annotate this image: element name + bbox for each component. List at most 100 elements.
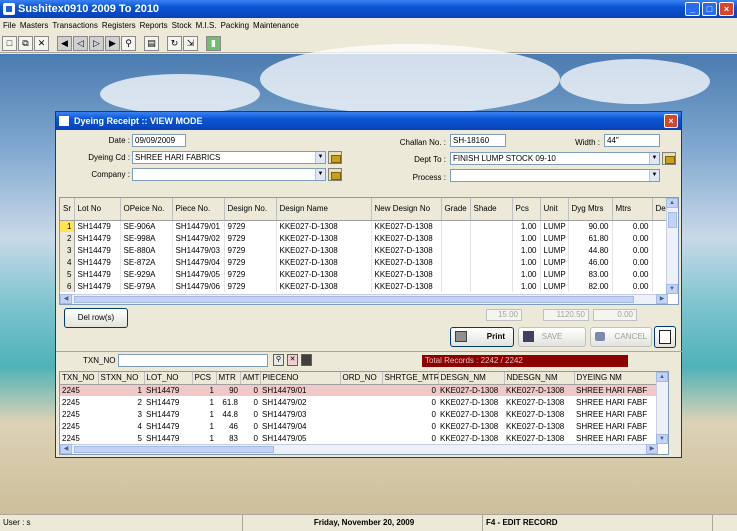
- column-header[interactable]: Mtrs: [612, 198, 653, 221]
- table-cell[interactable]: [340, 384, 382, 396]
- chevron-down-icon[interactable]: ▼: [649, 153, 659, 164]
- table-cell[interactable]: SHREE HARI FABF: [574, 408, 668, 420]
- prev-record-icon[interactable]: ◁: [73, 35, 88, 51]
- table-cell[interactable]: [340, 396, 382, 408]
- table-cell[interactable]: 2245: [60, 396, 98, 408]
- table-cell[interactable]: [470, 280, 513, 292]
- table-cell[interactable]: SH14479: [74, 268, 121, 280]
- export-icon[interactable]: ⇲: [183, 35, 198, 51]
- table-cell[interactable]: 0: [240, 396, 260, 408]
- column-header[interactable]: ORD_NO: [340, 372, 383, 385]
- menu-item[interactable]: Registers: [102, 18, 140, 33]
- table-cell[interactable]: 90.00: [568, 220, 613, 232]
- table-cell[interactable]: KKE027-D-1308: [371, 244, 442, 256]
- scroll-down-icon[interactable]: ▼: [656, 434, 668, 444]
- scroll-left-icon[interactable]: ◀: [60, 294, 72, 304]
- table-row[interactable]: 2245 4 SH14479 1 46 0 SH14479/04 0 KKE027-D-1308…: [60, 420, 668, 432]
- cancel-button[interactable]: CANCEL: [590, 327, 652, 347]
- table-cell[interactable]: 2245: [60, 420, 98, 432]
- column-header[interactable]: Shade: [470, 198, 513, 221]
- table-cell[interactable]: SH14479/04: [172, 256, 225, 268]
- table-cell[interactable]: 2: [60, 232, 75, 244]
- table-cell[interactable]: 61.8: [216, 396, 240, 408]
- table-cell[interactable]: KKE027-D-1308: [504, 396, 574, 408]
- table-row[interactable]: 2245 5 SH14479 1 83 0 SH14479/05 0 KKE027-D-1308…: [60, 432, 668, 444]
- table-cell[interactable]: SH14479: [74, 244, 121, 256]
- table-cell[interactable]: SH14479/05: [260, 432, 340, 444]
- column-header[interactable]: STXN_NO: [98, 372, 145, 385]
- table-row[interactable]: 6 SH14479 SE-979A SH14479/06 9729 KKE027-D-13…: [60, 280, 678, 292]
- refresh-icon[interactable]: ↻: [167, 35, 182, 51]
- table-cell[interactable]: 0: [382, 432, 438, 444]
- clear-filter-icon[interactable]: ✕: [287, 354, 298, 366]
- column-header[interactable]: Design No.: [224, 198, 277, 221]
- dialog-close-button[interactable]: ×: [664, 114, 678, 128]
- table-cell[interactable]: SH14479: [74, 232, 121, 244]
- menu-item[interactable]: File: [3, 18, 20, 33]
- table-cell[interactable]: 44.80: [568, 244, 613, 256]
- table-cell[interactable]: 2: [98, 396, 144, 408]
- table-cell[interactable]: SE-880A: [120, 244, 173, 256]
- chevron-down-icon[interactable]: ▼: [315, 152, 325, 163]
- table-cell[interactable]: 0: [240, 408, 260, 420]
- table-cell[interactable]: SHREE HARI FABF: [574, 384, 668, 396]
- table-cell[interactable]: 1.00: [512, 268, 541, 280]
- table-cell[interactable]: 90: [216, 384, 240, 396]
- chevron-down-icon[interactable]: ▼: [315, 169, 325, 180]
- table-cell[interactable]: [470, 244, 513, 256]
- table-cell[interactable]: SE-929A: [120, 268, 173, 280]
- table-cell[interactable]: SH14479: [144, 396, 192, 408]
- save-button[interactable]: SAVE: [518, 327, 586, 347]
- table-cell[interactable]: LUMP: [540, 232, 569, 244]
- table-cell[interactable]: 0: [240, 432, 260, 444]
- table-cell[interactable]: 5: [98, 432, 144, 444]
- table-cell[interactable]: SE-979A: [120, 280, 173, 292]
- table-cell[interactable]: KKE027-D-1308: [276, 232, 372, 244]
- folder-icon[interactable]: [328, 168, 342, 181]
- table-cell[interactable]: 9729: [224, 280, 277, 292]
- table-cell[interactable]: SH14479/03: [172, 244, 225, 256]
- folder-icon[interactable]: [662, 152, 676, 165]
- print-icon[interactable]: ▤: [144, 35, 159, 51]
- table-cell[interactable]: SH14479: [144, 432, 192, 444]
- table-cell[interactable]: 2245: [60, 384, 98, 396]
- table-cell[interactable]: SH14479/06: [172, 280, 225, 292]
- column-header[interactable]: AMT: [240, 372, 261, 385]
- table-cell[interactable]: 44.8: [216, 408, 240, 420]
- table-row[interactable]: 2245 1 SH14479 1 90 0 SH14479/01 0 KKE027-D-1308…: [60, 384, 668, 396]
- menu-item[interactable]: Maintenance: [253, 18, 303, 33]
- table-cell[interactable]: KKE027-D-1308: [438, 432, 504, 444]
- table-row[interactable]: 3 SH14479 SE-880A SH14479/03 9729 KKE027-D-13…: [60, 244, 678, 256]
- receipt-items-grid[interactable]: Sr Lot No OPeice No. Piece No. Design No. Des…: [59, 197, 679, 305]
- table-cell[interactable]: SH14479/03: [260, 408, 340, 420]
- challan-field[interactable]: SH-18160: [450, 134, 506, 147]
- table-cell[interactable]: LUMP: [540, 244, 569, 256]
- scroll-thumb[interactable]: [74, 296, 634, 303]
- table-cell[interactable]: SH14479/05: [172, 268, 225, 280]
- scroll-thumb[interactable]: [668, 212, 677, 228]
- table-cell[interactable]: KKE027-D-1308: [504, 384, 574, 396]
- table-cell[interactable]: 1: [98, 384, 144, 396]
- table-cell[interactable]: 83: [216, 432, 240, 444]
- table-cell[interactable]: 46.00: [568, 256, 613, 268]
- table-cell[interactable]: 0: [382, 420, 438, 432]
- table-cell[interactable]: KKE027-D-1308: [276, 280, 372, 292]
- table-cell[interactable]: 0: [382, 408, 438, 420]
- table-cell[interactable]: SHREE HARI FABF: [574, 432, 668, 444]
- table-cell[interactable]: 6: [60, 280, 75, 292]
- table-cell[interactable]: 0.00: [612, 268, 653, 280]
- last-record-icon[interactable]: ▶: [105, 35, 120, 51]
- table-cell[interactable]: 1.00: [512, 232, 541, 244]
- table-cell[interactable]: 46: [216, 420, 240, 432]
- table-cell[interactable]: [441, 232, 471, 244]
- table-cell[interactable]: SH14479: [144, 384, 192, 396]
- table-cell[interactable]: SH14479: [74, 256, 121, 268]
- column-header[interactable]: Design Name: [276, 198, 372, 221]
- company-select[interactable]: ▼: [132, 168, 326, 181]
- menu-item[interactable]: M.I.S.: [196, 18, 221, 33]
- table-cell[interactable]: [470, 256, 513, 268]
- print-button[interactable]: Print: [450, 327, 514, 347]
- width-field[interactable]: 44": [604, 134, 660, 147]
- column-header[interactable]: Dyg Mtrs: [568, 198, 613, 221]
- table-cell[interactable]: 1: [192, 408, 216, 420]
